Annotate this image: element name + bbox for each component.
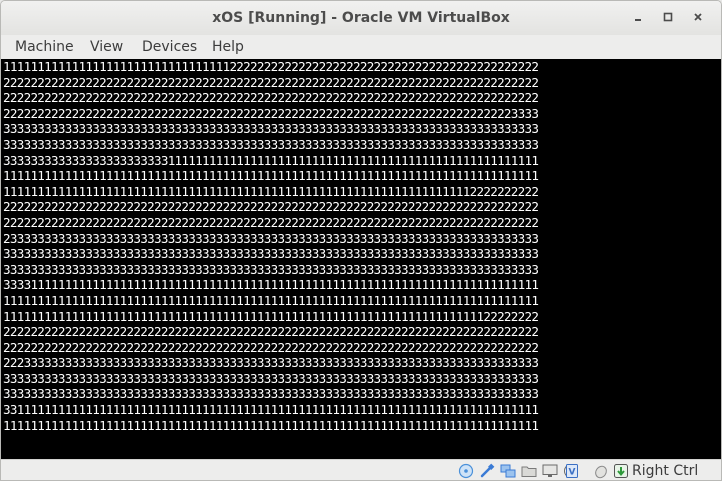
virtualbox-window: xOS [Running] - Oracle VM VirtualBox Mac… bbox=[0, 0, 722, 481]
keyboard-capture-icon[interactable] bbox=[613, 463, 629, 479]
minimize-icon bbox=[635, 19, 641, 21]
svg-text:V: V bbox=[569, 468, 576, 478]
menu-view[interactable]: View bbox=[90, 39, 123, 55]
vm-console-output: 1111111111111111111111111111111112222222… bbox=[3, 59, 539, 433]
network-icon[interactable] bbox=[500, 463, 516, 479]
host-key-label: Right Ctrl bbox=[632, 463, 699, 479]
shared-folder-icon[interactable] bbox=[521, 463, 537, 479]
close-icon bbox=[694, 13, 702, 21]
usb-icon[interactable] bbox=[479, 463, 495, 479]
cpu-icon[interactable]: V bbox=[564, 463, 580, 479]
menu-machine[interactable]: Machine bbox=[15, 39, 74, 55]
menu-bar: Machine View Devices Help bbox=[1, 35, 721, 59]
maximize-icon bbox=[663, 12, 673, 22]
title-bar[interactable]: xOS [Running] - Oracle VM VirtualBox bbox=[1, 1, 721, 35]
optical-drive-icon[interactable] bbox=[458, 463, 474, 479]
status-bar: V Right Ctrl bbox=[1, 459, 721, 480]
mouse-integration-icon[interactable] bbox=[593, 463, 609, 479]
menu-devices[interactable]: Devices bbox=[142, 39, 197, 55]
close-button[interactable] bbox=[690, 9, 706, 25]
maximize-button[interactable] bbox=[660, 9, 676, 25]
window-title: xOS [Running] - Oracle VM VirtualBox bbox=[212, 10, 510, 26]
display-icon[interactable] bbox=[542, 463, 558, 479]
vm-display[interactable]: 1111111111111111111111111111111112222222… bbox=[1, 59, 721, 459]
menu-help[interactable]: Help bbox=[212, 39, 244, 55]
minimize-button[interactable] bbox=[630, 9, 646, 25]
